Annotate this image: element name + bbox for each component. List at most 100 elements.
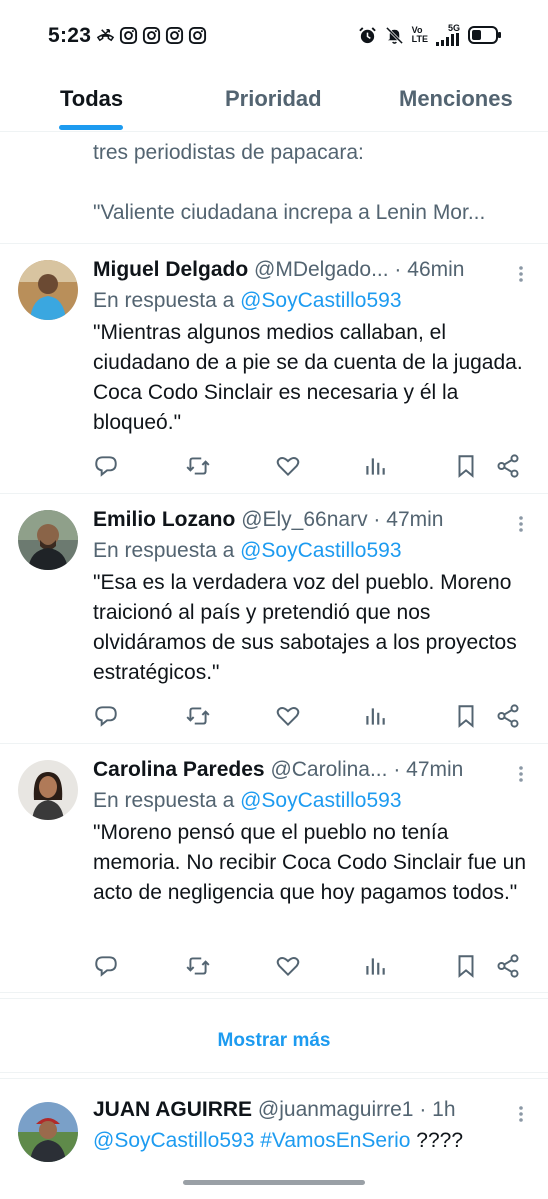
tweet-time[interactable]: 47min (406, 758, 463, 781)
more-options-icon[interactable] (516, 1104, 526, 1124)
author-name[interactable]: Miguel Delgado (93, 258, 248, 281)
replying-prefix: En respuesta a (93, 789, 235, 812)
views-icon[interactable] (362, 453, 388, 479)
author-handle[interactable]: @Carolina... (270, 758, 387, 781)
author-name[interactable]: Carolina Paredes (93, 758, 265, 781)
tweet-text: "Moreno pensó que el pueblo no tenía mem… (93, 821, 527, 904)
active-tab-indicator (59, 125, 123, 130)
silent-icon (385, 26, 403, 44)
tab-prioridad[interactable]: Prioridad (225, 86, 322, 112)
tweet-actions (93, 703, 523, 729)
replying-to-mention[interactable]: @SoyCastillo593 (240, 539, 401, 562)
separator-dot: · (394, 258, 402, 281)
tab-menciones[interactable]: Menciones (399, 86, 513, 112)
partial-tweet[interactable]: tres periodistas de papacara: "Valiente … (93, 138, 533, 228)
more-options-icon[interactable] (516, 764, 526, 784)
avatar[interactable] (18, 510, 78, 570)
divider (0, 243, 548, 244)
replying-prefix: En respuesta a (93, 539, 235, 562)
avatar[interactable] (18, 760, 78, 820)
share-icon[interactable] (495, 703, 521, 729)
tweet-text: "Mientras algunos medios callaban, el ci… (93, 321, 523, 434)
replying-to: En respuesta a @SoyCastillo593 (93, 786, 402, 816)
like-icon[interactable] (275, 953, 301, 979)
like-icon[interactable] (275, 453, 301, 479)
status-right-icons: Vo LTE 5G (358, 24, 502, 46)
avatar[interactable] (18, 1102, 78, 1162)
more-options-icon[interactable] (516, 264, 526, 284)
5g-label: 5G (447, 23, 460, 33)
tweet-time[interactable]: 1h (432, 1098, 455, 1121)
separator-dot: · (419, 1098, 427, 1121)
tweet-text: "Esa es la verdadera voz del pueblo. Mor… (93, 571, 517, 684)
reply-icon[interactable] (93, 953, 119, 979)
reply-header: Carolina Paredes @Carolina... · 47min (93, 756, 513, 784)
tweet-time[interactable]: 46min (407, 258, 464, 281)
reply-icon[interactable] (93, 453, 119, 479)
home-indicator[interactable] (183, 1180, 365, 1185)
status-bar: 5:23 Vo LTE 5G (0, 0, 548, 70)
alarm-icon (358, 26, 376, 43)
instagram-icon (165, 26, 184, 45)
avatar[interactable] (18, 260, 78, 320)
replying-to-mention[interactable]: @SoyCastillo593 (240, 789, 401, 812)
tweet-time[interactable]: 47min (386, 508, 443, 531)
share-icon[interactable] (495, 453, 521, 479)
replying-to-mention[interactable]: @SoyCastillo593 (240, 289, 401, 312)
tab-todas[interactable]: Todas (60, 86, 123, 112)
author-handle[interactable]: @MDelgado... (254, 258, 389, 281)
reply-icon[interactable] (93, 703, 119, 729)
tweet-actions (93, 453, 523, 479)
partial-tweet-line2: "Valiente ciudadana increpa a Lenin Mor.… (93, 201, 486, 224)
replying-to: En respuesta a @SoyCastillo593 (93, 536, 402, 566)
reply-header: Miguel Delgado @MDelgado... · 46min (93, 256, 513, 284)
reply-tweet[interactable]: Emilio Lozano @Ely_66narv · 47min En res… (0, 506, 548, 742)
tweet[interactable]: JUAN AGUIRRE @juanmaguirre1 · 1h @SoyCas… (0, 1096, 548, 1180)
partial-tweet-line1: tres periodistas de papacara: (93, 141, 364, 164)
bookmark-icon[interactable] (453, 703, 479, 729)
reply-header: Emilio Lozano @Ely_66narv · 47min (93, 506, 513, 534)
missed-call-icon (96, 29, 115, 42)
section-divider (0, 992, 548, 999)
mention-link[interactable]: @SoyCastillo593 (93, 1129, 254, 1152)
divider (0, 743, 548, 744)
replying-prefix: En respuesta a (93, 289, 235, 312)
retweet-icon[interactable] (185, 953, 211, 979)
bookmark-icon[interactable] (453, 453, 479, 479)
instagram-icon (188, 26, 207, 45)
retweet-icon[interactable] (185, 453, 211, 479)
author-name[interactable]: JUAN AGUIRRE (93, 1098, 252, 1121)
tweet-text: @SoyCastillo593 #VamosEnSerio ???? (93, 1126, 463, 1156)
battery-icon (468, 26, 501, 44)
instagram-icon (142, 26, 161, 45)
instagram-icon (119, 26, 138, 45)
reply-tweet[interactable]: Miguel Delgado @MDelgado... · 46min En r… (0, 256, 548, 492)
more-options-icon[interactable] (516, 514, 526, 534)
views-icon[interactable] (362, 953, 388, 979)
reply-tweet[interactable]: Carolina Paredes @Carolina... · 47min En… (0, 756, 548, 992)
like-icon[interactable] (275, 703, 301, 729)
separator-dot: · (373, 508, 381, 531)
5g-signal-icon: 5G (436, 24, 460, 46)
separator-dot: · (393, 758, 401, 781)
bookmark-icon[interactable] (453, 953, 479, 979)
status-time: 5:23 (48, 24, 92, 47)
status-left-icons (96, 26, 207, 45)
views-icon[interactable] (362, 703, 388, 729)
tweet-text-suffix: ???? (410, 1129, 464, 1152)
share-icon[interactable] (495, 953, 521, 979)
author-handle[interactable]: @Ely_66narv (241, 508, 367, 531)
volte-icon: Vo LTE (412, 26, 428, 44)
section-divider (0, 1072, 548, 1079)
retweet-icon[interactable] (185, 703, 211, 729)
author-name[interactable]: Emilio Lozano (93, 508, 235, 531)
tweet-actions (93, 953, 523, 979)
author-handle[interactable]: @juanmaguirre1 (258, 1098, 414, 1121)
replying-to: En respuesta a @SoyCastillo593 (93, 286, 402, 316)
hashtag-link[interactable]: #VamosEnSerio (260, 1129, 410, 1152)
show-more-button[interactable]: Mostrar más (0, 1010, 548, 1072)
tweet-header: JUAN AGUIRRE @juanmaguirre1 · 1h (93, 1096, 513, 1124)
notification-tabs: Todas Prioridad Menciones (0, 70, 548, 132)
volte-bottom: LTE (411, 34, 428, 44)
divider (0, 493, 548, 494)
